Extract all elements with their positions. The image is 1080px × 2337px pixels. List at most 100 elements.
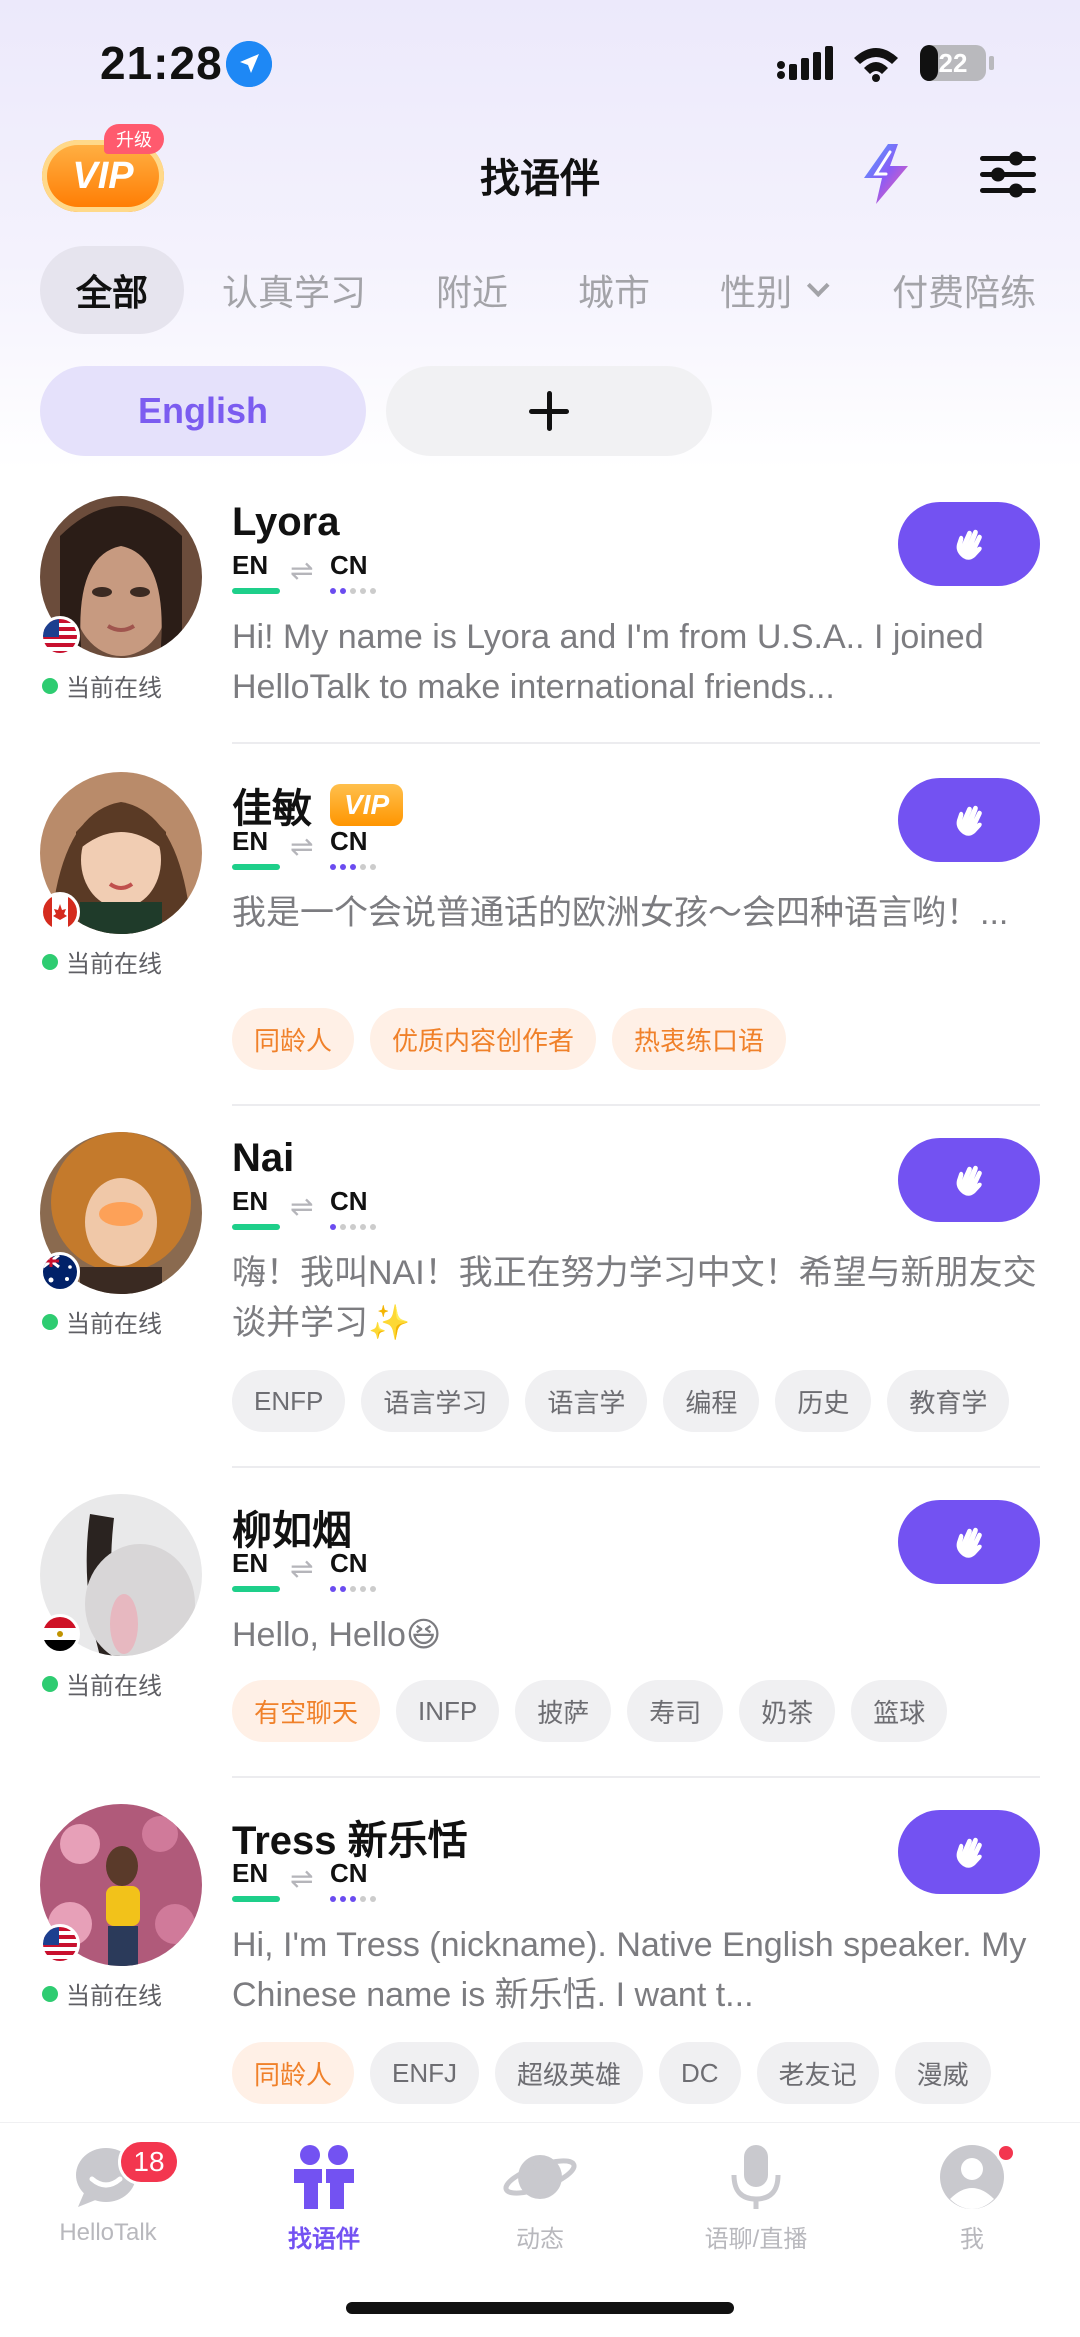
language-filter-chip[interactable]: English [40,366,366,456]
tag[interactable]: ENFP [232,1370,346,1432]
online-dot-icon [42,1985,58,2002]
tag[interactable]: 奶茶 [739,1680,836,1742]
native-language: EN [232,826,269,856]
user-card[interactable]: 当前在线 柳如烟 EN ⇌ CN Hello, Hello😆 有空聊天 INFP… [0,1494,1080,1784]
level-dot [360,1224,366,1230]
level-dot [350,1224,356,1230]
tag[interactable]: 漫威 [894,2042,991,2104]
native-level-bar [232,588,280,594]
divider [232,742,1040,744]
online-status: 当前在线 [42,944,162,979]
wave-hello-button[interactable] [898,1810,1040,1894]
tag[interactable]: 寿司 [627,1680,724,1742]
tag[interactable]: 编程 [663,1370,760,1432]
tag[interactable]: INFP [396,1680,500,1742]
learning-language: CN [330,550,368,580]
tag[interactable]: 超级英雄 [495,2042,644,2104]
native-language: EN [232,1548,269,1578]
user-card[interactable]: 当前在线 Tress 新乐恬 EN ⇌ CN Hi, I'm Tress (ni… [0,1804,1080,2122]
tag[interactable]: 历史 [775,1370,872,1432]
level-dot [340,1586,346,1592]
filter-settings-icon[interactable] [978,150,1038,200]
tag[interactable]: 语言学 [525,1370,648,1432]
learning-language: CN [330,1186,368,1216]
tag[interactable]: 有空聊天 [232,1680,381,1742]
level-dot [370,1586,376,1592]
language-pair: EN ⇌ CN [232,550,392,600]
level-dot [370,588,376,594]
exchange-arrows-icon: ⇌ [290,831,314,862]
home-indicator[interactable] [346,2302,734,2314]
tag[interactable]: ENFJ [370,2042,480,2104]
wave-hello-button[interactable] [898,1138,1040,1222]
notification-dot [996,2143,1016,2163]
user-card[interactable]: 当前在线 Nai EN ⇌ CN 嗨！我叫NAI！我正在努力学习中文！希望与新朋… [0,1132,1080,1472]
plus-icon-vertical [546,391,552,431]
tab-city[interactable]: 城市 [578,264,650,316]
wave-hello-button[interactable] [898,778,1040,862]
level-dot [330,864,336,870]
tag[interactable]: DC [659,2042,741,2104]
battery-level: 22 [938,47,968,78]
waving-hand-icon [949,1832,989,1872]
user-card[interactable]: 当前在线 佳敏 VIP EN ⇌ CN 我是一个会说普通话的欧洲女孩～会四种语言… [0,772,1080,1112]
tag[interactable]: 同龄人 [232,1008,355,1070]
waving-hand-icon [949,800,989,840]
user-bio: Hello, Hello😆 [232,1616,442,1654]
wifi-icon [854,48,898,82]
user-name: Nai [232,1136,294,1181]
level-dot [360,864,366,870]
tab-gender[interactable]: 性别 [720,264,830,316]
category-tabs: 全部 认真学习 附近 城市 性别 付费陪练 [40,246,1080,334]
level-dot [330,1224,336,1230]
level-dot [330,1896,336,1902]
user-name-text: Lyora [232,500,340,544]
cellular-signal-icon [777,46,833,80]
nav-hellotalk[interactable]: HelloTalk 18 [0,2139,216,2247]
exchange-arrows-icon: ⇌ [290,1191,314,1222]
tag[interactable]: 语言学习 [361,1370,510,1432]
online-dot-icon [42,1313,58,1330]
nav-label: HelloTalk [59,2219,157,2246]
eg-flag-icon [40,1614,80,1654]
user-card[interactable]: 当前在线 Lyora EN ⇌ CN Hi! My name is Lyora … [0,496,1080,746]
nav-moments[interactable]: 动态 [432,2143,648,2254]
native-language: EN [232,550,269,580]
nav-find-partners[interactable]: 找语伴 [216,2143,432,2254]
au-flag-icon [40,1252,80,1292]
nav-label: 我 [960,2226,984,2253]
nav-me[interactable]: 我 [864,2143,1080,2254]
tag[interactable]: 教育学 [887,1370,1010,1432]
tag[interactable]: 篮球 [851,1680,948,1742]
microphone-icon [731,2145,781,2209]
interest-tags: 同龄人 优质内容创作者 热衷练口语 [232,1008,802,1070]
level-dot [370,864,376,870]
online-status-label: 当前在线 [66,951,162,978]
tag[interactable]: 热衷练口语 [612,1008,787,1070]
wave-hello-button[interactable] [898,1500,1040,1584]
tab-paid-tutor[interactable]: 付费陪练 [892,264,1036,316]
tab-serious-study[interactable]: 认真学习 [222,264,366,316]
interest-tags: ENFP 语言学习 语言学 编程 历史 教育学 [232,1370,1025,1432]
waving-hand-icon [949,1522,989,1562]
planet-icon [503,2155,577,2199]
level-dot [330,1586,336,1592]
user-name-text: Nai [232,1136,295,1180]
tab-nearby[interactable]: 附近 [436,264,508,316]
online-status: 当前在线 [42,668,162,703]
tag[interactable]: 披萨 [515,1680,612,1742]
user-name: Lyora [232,500,339,545]
interest-tags: 同龄人 ENFJ 超级英雄 DC 老友记 漫威 [232,2042,1007,2104]
level-dot [340,1224,346,1230]
tab-all[interactable]: 全部 [40,246,185,334]
level-dot [330,588,336,594]
tag[interactable]: 同龄人 [232,2042,355,2104]
tag[interactable]: 优质内容创作者 [370,1008,597,1070]
nav-voice-live[interactable]: 语聊/直播 [648,2143,864,2254]
wave-hello-button[interactable] [898,502,1040,586]
tag[interactable]: 老友记 [756,2042,879,2104]
online-dot-icon [42,1675,58,1692]
user-bio: 嗨！我叫NAI！我正在努力学习中文！希望与新朋友交谈并学习✨ [232,1254,1037,1342]
add-language-button[interactable] [386,366,712,456]
lightning-boost-icon[interactable] [858,142,914,206]
